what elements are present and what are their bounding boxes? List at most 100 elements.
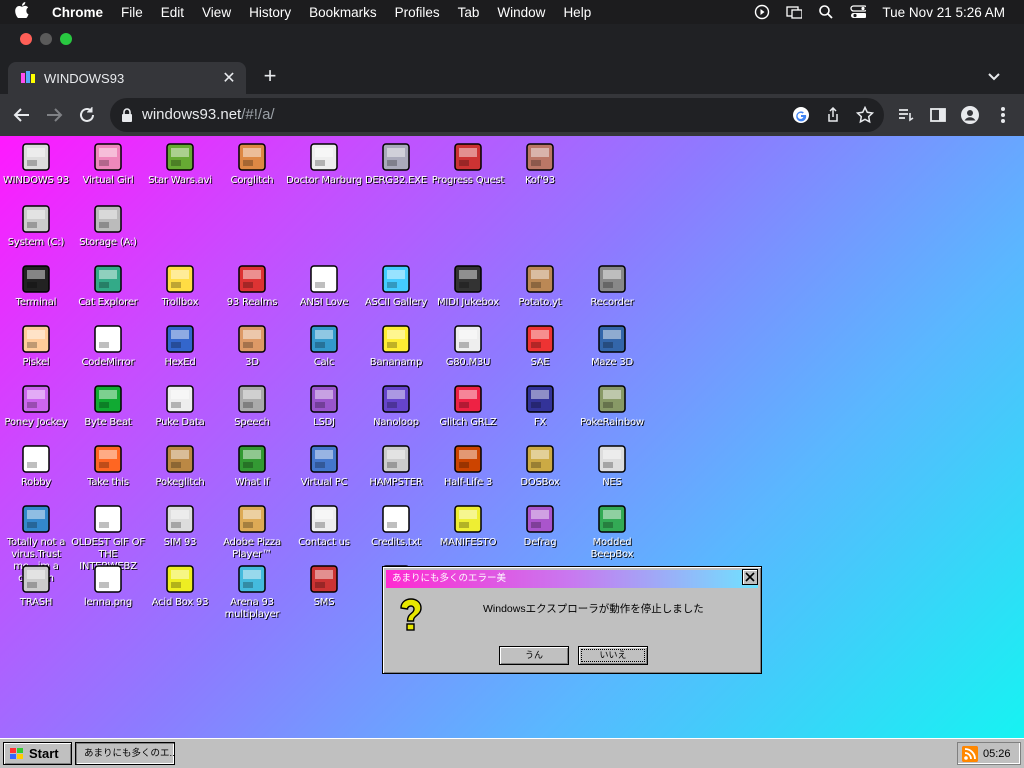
desktop-icon[interactable]: SMS: [288, 563, 360, 609]
reading-list-icon[interactable]: [895, 104, 917, 126]
desktop-icon[interactable]: Piskel: [0, 323, 72, 369]
tab-windows93[interactable]: WINDOWS93 ✕: [8, 62, 246, 94]
desktop-icon[interactable]: SIM 93: [144, 503, 216, 549]
tab-close-icon[interactable]: ✕: [218, 68, 240, 88]
menu-view[interactable]: View: [193, 5, 240, 20]
desktop-icon[interactable]: What If: [216, 443, 288, 489]
desktop-icon[interactable]: TRASH: [0, 563, 72, 609]
menu-chrome[interactable]: Chrome: [44, 5, 112, 20]
desktop-icon[interactable]: ANSI Love: [288, 263, 360, 309]
menu-edit[interactable]: Edit: [152, 5, 193, 20]
menu-window[interactable]: Window: [488, 5, 554, 20]
desktop-icon[interactable]: CodeMirror: [72, 323, 144, 369]
desktop-icon[interactable]: Speech: [216, 383, 288, 429]
dialog-no-button[interactable]: いいえ: [578, 646, 648, 665]
desktop-icon[interactable]: ASCII Gallery: [360, 263, 432, 309]
desktop-icon[interactable]: Virtual PC: [288, 443, 360, 489]
desktop-icon[interactable]: Terminal: [0, 263, 72, 309]
desktop-icon[interactable]: Progress Quest: [432, 141, 504, 187]
desktop-icon[interactable]: LSDJ: [288, 383, 360, 429]
desktop-icon[interactable]: FX: [504, 383, 576, 429]
desktop-icon[interactable]: Star Wars.avi: [144, 141, 216, 187]
address-bar[interactable]: windows93.net/#!/a/: [110, 98, 884, 132]
desktop-icon[interactable]: G80.M3U: [432, 323, 504, 369]
start-button[interactable]: Start: [3, 742, 72, 765]
desktop-icon[interactable]: Recorder: [576, 263, 648, 309]
desktop-icon[interactable]: Modded BeepBox: [576, 503, 648, 561]
dialog-yes-button[interactable]: うん: [499, 646, 569, 665]
desktop-icon[interactable]: SAE: [504, 323, 576, 369]
screen-mirroring-icon[interactable]: [786, 4, 803, 20]
taskbar-item-error-dialog[interactable]: あまりにも多くのエ...: [75, 742, 175, 765]
desktop-icon[interactable]: MIDI Jukebox: [432, 263, 504, 309]
desktop-icon[interactable]: Storage (A:): [72, 203, 144, 249]
desktop-icon[interactable]: MANIFESTO: [432, 503, 504, 549]
desktop-icon[interactable]: Kof'93: [504, 141, 576, 187]
close-window-button[interactable]: [20, 33, 32, 45]
desktop-icon[interactable]: Potato.yt: [504, 263, 576, 309]
desktop-icon[interactable]: Robby: [0, 443, 72, 489]
desktop-icon[interactable]: Virtual Girl: [72, 141, 144, 187]
desktop-icon[interactable]: Cat Explorer: [72, 263, 144, 309]
desktop-icon[interactable]: Acid Box 93: [144, 563, 216, 609]
play-circle-icon[interactable]: [754, 4, 770, 20]
desktop-icon[interactable]: Byte Beat: [72, 383, 144, 429]
menu-bookmarks[interactable]: Bookmarks: [300, 5, 386, 20]
minimize-window-button[interactable]: [40, 33, 52, 45]
desktop-icon[interactable]: Pokeglitch: [144, 443, 216, 489]
desktop-icon[interactable]: Glitch GRLZ: [432, 383, 504, 429]
menu-profiles[interactable]: Profiles: [386, 5, 449, 20]
desktop-icon[interactable]: Calc: [288, 323, 360, 369]
desktop-icon[interactable]: NES: [576, 443, 648, 489]
desktop-icon[interactable]: Half-Life 3: [432, 443, 504, 489]
desktop-icon[interactable]: Arena 93 multiplayer: [216, 563, 288, 621]
desktop-icon[interactable]: Corglitch: [216, 141, 288, 187]
apple-menu-icon[interactable]: [0, 2, 44, 22]
desktop-icon[interactable]: Credits.txt: [360, 503, 432, 549]
desktop-icon[interactable]: lenna.png: [72, 563, 144, 609]
menu-tab[interactable]: Tab: [449, 5, 489, 20]
desktop-icon[interactable]: Poney Jockey: [0, 383, 72, 429]
new-tab-button[interactable]: +: [259, 65, 281, 88]
rss-icon[interactable]: [962, 745, 978, 762]
bookmark-star-icon[interactable]: [856, 106, 874, 124]
profile-avatar-icon[interactable]: [959, 104, 981, 126]
desktop-icon[interactable]: HexEd: [144, 323, 216, 369]
side-panel-icon[interactable]: [927, 104, 949, 126]
desktop-icon[interactable]: Puke Data: [144, 383, 216, 429]
desktop-icon[interactable]: 93 Realms: [216, 263, 288, 309]
desktop-icon[interactable]: DERG32.EXE: [360, 141, 432, 187]
mac-clock[interactable]: Tue Nov 21 5:26 AM: [882, 5, 1005, 20]
chrome-menu-kebab-icon[interactable]: [992, 104, 1014, 126]
dialog-title[interactable]: あまりにも多くのエラー美: [386, 570, 758, 588]
desktop-icon[interactable]: Nanoloop: [360, 383, 432, 429]
menu-history[interactable]: History: [240, 5, 300, 20]
desktop-icon[interactable]: Doctor Marburg: [286, 141, 362, 187]
control-center-icon[interactable]: [850, 4, 867, 20]
reload-icon[interactable]: [76, 104, 98, 126]
desktop-icon[interactable]: Bananamp: [360, 323, 432, 369]
desktop-icon[interactable]: Defrag: [504, 503, 576, 549]
share-icon[interactable]: [824, 106, 842, 124]
back-arrow-icon[interactable]: [11, 104, 33, 126]
desktop-icon[interactable]: 3D: [216, 323, 288, 369]
desktop-icon[interactable]: HAMPSTER: [360, 443, 432, 489]
desktop-icon[interactable]: System (C:): [0, 203, 72, 249]
menu-file[interactable]: File: [112, 5, 152, 20]
tab-search-chevron-icon[interactable]: [984, 68, 1004, 86]
desktop-icon[interactable]: PokeRainbow: [576, 383, 648, 429]
menu-help[interactable]: Help: [554, 5, 600, 20]
fullscreen-window-button[interactable]: [60, 33, 72, 45]
desktop-icon[interactable]: Take this: [72, 443, 144, 489]
desktop-icon[interactable]: DOSBox: [504, 443, 576, 489]
desktop-icon[interactable]: Trollbox: [144, 263, 216, 309]
url-text[interactable]: windows93.net/#!/a/: [142, 106, 275, 123]
dialog-close-icon[interactable]: [742, 569, 758, 585]
google-lens-icon[interactable]: [792, 106, 810, 124]
desktop-icon[interactable]: Adobe Pizza Player™: [216, 503, 288, 561]
desktop-icon[interactable]: Maze 3D: [576, 323, 648, 369]
spotlight-search-icon[interactable]: [818, 4, 834, 20]
lock-icon[interactable]: [120, 107, 134, 123]
desktop-icon[interactable]: WINDOWS 93: [0, 141, 72, 187]
forward-arrow-icon[interactable]: [43, 104, 65, 126]
